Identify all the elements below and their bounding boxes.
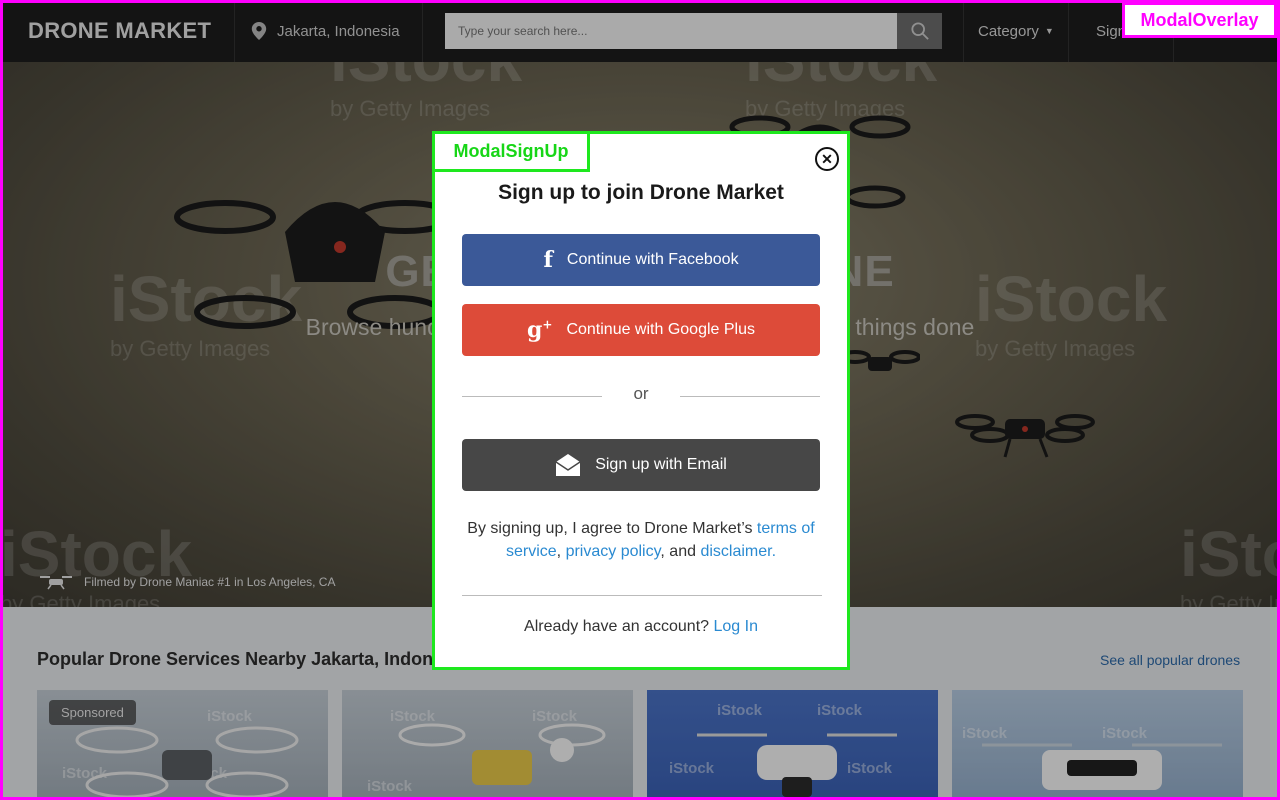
google-button-label: Continue with Google Plus [566, 321, 755, 338]
or-text: or [633, 384, 649, 403]
modal-title: Sign up to join Drone Market [498, 181, 784, 204]
facebook-icon: f [543, 247, 553, 273]
close-icon: ✕ [821, 151, 833, 167]
privacy-policy-link[interactable]: privacy policy [566, 543, 661, 560]
envelope-icon [555, 454, 581, 476]
signup-modal-label: ModalSignUp [432, 131, 590, 172]
or-divider: or [462, 384, 820, 408]
modal-overlay-label: ModalOverlay [1122, 2, 1277, 38]
disclaimer-link[interactable]: disclaimer. [700, 543, 776, 560]
terms-text: By signing up, I agree to Drone Market’s… [467, 520, 815, 560]
sign-up-with-email-button[interactable]: Sign up with Email [462, 439, 820, 491]
close-modal-button[interactable]: ✕ [815, 147, 839, 171]
log-in-link[interactable]: Log In [713, 618, 757, 635]
google-plus-icon: g+ [526, 317, 553, 343]
facebook-button-label: Continue with Facebook [566, 251, 739, 268]
signup-modal: ModalSignUp ✕ Sign up to join Drone Mark… [432, 131, 850, 670]
continue-with-google-plus-button[interactable]: g+ Continue with Google Plus [462, 304, 820, 356]
already-have-account: Already have an account? Log In [524, 618, 758, 635]
email-button-label: Sign up with Email [595, 456, 727, 473]
continue-with-facebook-button[interactable]: f Continue with Facebook [462, 234, 820, 286]
modal-divider [462, 595, 822, 596]
